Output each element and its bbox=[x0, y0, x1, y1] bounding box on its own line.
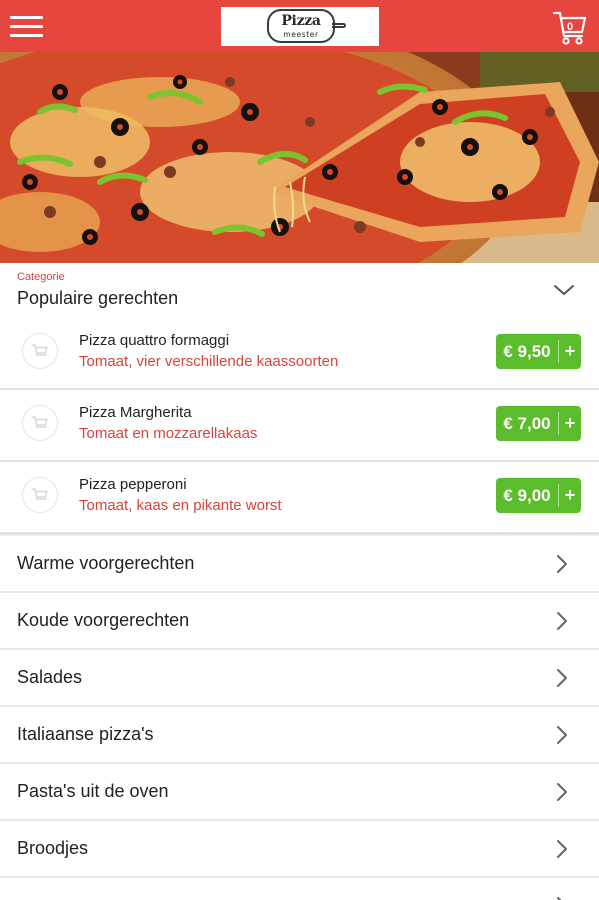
add-to-cart-button[interactable]: € 9,50 + bbox=[496, 334, 581, 369]
product-price: € 9,00 bbox=[503, 486, 551, 505]
product-row[interactable]: Pizza pepperoni Tomaat, kaas en pikante … bbox=[0, 462, 599, 534]
add-to-cart-button[interactable]: € 7,00 + bbox=[496, 406, 581, 441]
category-row-label: Koude voorgerechten bbox=[17, 610, 190, 630]
product-row[interactable]: Pizza quattro formaggi Tomaat, vier vers… bbox=[0, 318, 599, 390]
logo-text-meester: meester bbox=[283, 30, 319, 39]
category-row[interactable]: Koude voorgerechten bbox=[0, 593, 599, 650]
category-value: Populaire gerechten bbox=[17, 288, 179, 308]
product-icon-circle bbox=[22, 405, 58, 441]
product-description: Tomaat en mozzarellakaas bbox=[79, 425, 258, 442]
category-row[interactable]: Italiaanse pizza's bbox=[0, 707, 599, 764]
product-description: Tomaat, vier verschillende kaassoorten bbox=[79, 353, 339, 370]
menu-bar bbox=[10, 34, 43, 37]
product-name: Pizza quattro formaggi bbox=[79, 332, 230, 349]
pizza-photo bbox=[0, 52, 599, 263]
chevron-down-icon[interactable] bbox=[552, 280, 576, 300]
product-price: € 9,50 bbox=[503, 342, 551, 361]
hero-pizza-image bbox=[0, 52, 599, 263]
category-row-label: Salades bbox=[17, 667, 83, 687]
chevron-right-icon bbox=[557, 840, 567, 858]
hamburger-menu-icon[interactable] bbox=[10, 16, 43, 38]
category-row-label: Broodjes bbox=[17, 838, 89, 858]
category-row-label: Pasta's uit de oven bbox=[17, 781, 169, 801]
chevron-right-icon bbox=[557, 669, 567, 687]
product-name: Pizza pepperoni bbox=[79, 476, 187, 493]
logo-board-handle bbox=[332, 23, 346, 28]
category-row[interactable]: Warme voorgerechten bbox=[0, 536, 599, 593]
plus-icon: + bbox=[564, 413, 576, 433]
cart-count-badge: 0 bbox=[566, 21, 574, 33]
shopping-cart-icon bbox=[31, 344, 48, 356]
category-selector[interactable]: Categorie Populaire gerechten bbox=[0, 263, 599, 318]
category-row[interactable]: Broodjes bbox=[0, 821, 599, 878]
shopping-cart-icon bbox=[31, 416, 48, 428]
shopping-cart-icon bbox=[31, 488, 48, 500]
chevron-right-icon bbox=[557, 612, 567, 630]
chevron-right-icon bbox=[557, 555, 567, 573]
menu-bar bbox=[10, 16, 43, 19]
cart-button[interactable]: 0 bbox=[552, 8, 587, 46]
menu-bar bbox=[10, 25, 43, 28]
category-row-label: Warme voorgerechten bbox=[17, 553, 195, 573]
chevron-right-icon bbox=[557, 726, 567, 744]
add-to-cart-button[interactable]: € 9,00 + bbox=[496, 478, 581, 513]
category-row[interactable]: Pasta's uit de oven bbox=[0, 764, 599, 821]
product-icon-circle bbox=[22, 333, 58, 369]
chevron-right-icon bbox=[557, 783, 567, 801]
logo-text-pizza: Pizza bbox=[281, 13, 321, 29]
product-price: € 7,00 bbox=[503, 414, 551, 433]
category-row[interactable]: Salades bbox=[0, 650, 599, 707]
category-row-partial[interactable] bbox=[0, 878, 599, 900]
app-header: Pizza meester 0 bbox=[0, 0, 599, 52]
product-icon-circle bbox=[22, 477, 58, 513]
logo-board: Pizza meester bbox=[267, 9, 335, 43]
chevron-right-icon bbox=[557, 897, 562, 900]
plus-icon: + bbox=[564, 485, 576, 505]
product-description: Tomaat, kaas en pikante worst bbox=[79, 497, 282, 514]
plus-icon: + bbox=[564, 341, 576, 361]
product-row[interactable]: Pizza Margherita Tomaat en mozzarellakaa… bbox=[0, 390, 599, 462]
product-name: Pizza Margherita bbox=[79, 404, 192, 421]
category-row-label: Italiaanse pizza's bbox=[17, 724, 154, 744]
app-logo[interactable]: Pizza meester bbox=[221, 7, 379, 46]
category-label: Categorie bbox=[17, 271, 65, 283]
